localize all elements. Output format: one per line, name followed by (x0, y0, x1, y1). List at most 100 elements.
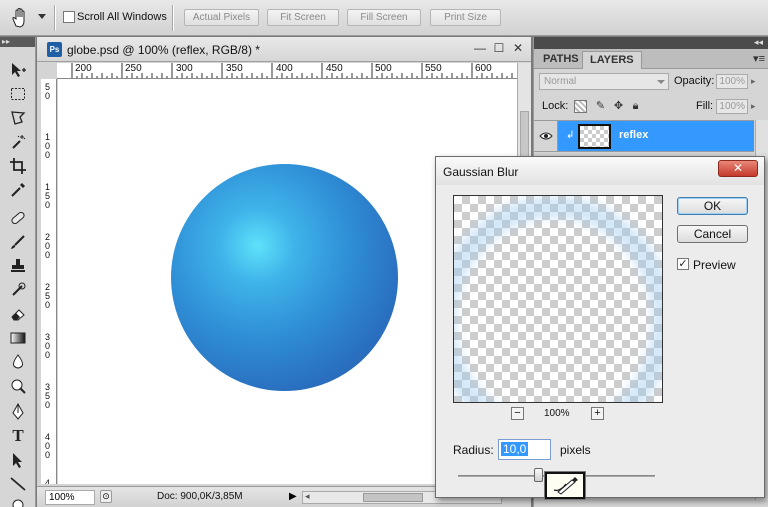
healing-brush-tool-icon[interactable] (6, 207, 30, 229)
eraser-tool-icon[interactable] (6, 303, 30, 325)
marquee-tool-icon[interactable] (6, 83, 30, 105)
clipping-mask-icon: ↲ (566, 130, 575, 141)
dodge-tool-icon[interactable] (6, 375, 30, 397)
vertical-ruler: 50 100 150 200 250 300 350 400 450 (41, 79, 57, 484)
radius-units-label: pixels (560, 443, 591, 457)
magic-wand-tool-icon[interactable] (6, 131, 30, 153)
ruler-label: 400 (45, 432, 51, 460)
fill-label: Fill: (696, 100, 714, 112)
eye-icon[interactable] (534, 121, 558, 151)
zoom-field[interactable]: 100% (45, 490, 95, 505)
cancel-button[interactable]: Cancel (677, 225, 748, 243)
ruler-label: 350 (45, 382, 51, 410)
fill-screen-button[interactable]: Fill Screen (347, 9, 421, 26)
lock-label: Lock: (542, 100, 569, 112)
ruler-label: 300 (45, 332, 51, 360)
blurred-preview-image (454, 196, 662, 402)
separator (172, 5, 174, 31)
preview-label: Preview (693, 258, 736, 272)
print-size-button[interactable]: Print Size (430, 9, 501, 26)
close-document-button[interactable]: ✕ (511, 42, 525, 56)
collapse-panels-icon[interactable]: ◂◂ (754, 37, 763, 48)
scrubby-cursor-icon (545, 472, 585, 499)
lock-all-icon[interactable]: 🔒︎ (629, 100, 642, 113)
options-bar: Scroll All Windows Actual Pixels Fit Scr… (0, 0, 768, 36)
clone-stamp-tool-icon[interactable] (6, 255, 30, 277)
preview-checkbox[interactable]: ✓ (677, 258, 689, 270)
ruler-label: 100 (45, 132, 51, 160)
lock-image-icon[interactable]: ✎ (594, 100, 607, 113)
scroll-thumb[interactable] (363, 493, 423, 502)
path-selection-tool-icon[interactable] (6, 449, 30, 471)
chevron-down-icon (657, 80, 665, 84)
dialog-title: Gaussian Blur (443, 165, 519, 179)
fill-field[interactable]: 100% (716, 99, 748, 114)
ok-button[interactable]: OK (677, 197, 748, 215)
preview-zoom-level: 100% (544, 408, 570, 419)
opacity-label: Opacity: (674, 75, 715, 87)
horizontal-ruler: 200 250 300 350 400 450 500 550 600 (57, 63, 517, 79)
document-title-bar[interactable]: Ps globe.psd @ 100% (reflex, RGB/8) * — … (37, 37, 531, 62)
panel-menu-icon[interactable]: ▾≡ (753, 52, 765, 65)
gaussian-blur-dialog: Gaussian Blur ✕ − 100% + OK Cancel ✓ Pre… (435, 156, 765, 498)
ruler-label: 150 (45, 182, 51, 210)
fit-screen-button[interactable]: Fit Screen (267, 9, 339, 26)
eyedropper-tool-icon[interactable] (6, 179, 30, 201)
blue-globe-image (171, 164, 398, 391)
brush-tool-icon[interactable] (6, 231, 30, 253)
radius-value: 10,0 (501, 442, 529, 456)
crop-tool-icon[interactable] (6, 155, 30, 177)
lock-position-icon[interactable]: ✥ (612, 100, 625, 113)
blend-mode-value: Normal (544, 76, 577, 87)
history-brush-tool-icon[interactable] (6, 279, 30, 301)
minimize-button[interactable]: — (473, 42, 487, 56)
radius-slider-thumb[interactable] (534, 468, 543, 482)
dialog-title-bar[interactable]: Gaussian Blur ✕ (436, 157, 764, 185)
blur-tool-icon[interactable] (6, 351, 30, 373)
lock-transparency-icon[interactable] (574, 100, 587, 113)
ruler-label: 450 (45, 478, 51, 485)
ruler-label: 200 (45, 232, 51, 260)
layer-row[interactable]: ↲ reflex (534, 120, 754, 152)
radius-input[interactable]: 10,0 (498, 439, 551, 460)
panel-tabs: PATHS LAYERS ▾≡ (534, 49, 768, 69)
layer-thumbnail (578, 124, 611, 149)
photoshop-icon: Ps (47, 42, 62, 57)
scroll-left-icon[interactable]: ◂ (305, 491, 310, 502)
type-tool-icon[interactable]: T (6, 425, 30, 447)
ruler-label: 250 (45, 282, 51, 310)
radius-label: Radius: (453, 443, 494, 457)
move-tool-icon[interactable] (6, 59, 30, 81)
tab-paths[interactable]: PATHS (536, 51, 586, 69)
maximize-button[interactable]: ☐ (492, 42, 506, 56)
gradient-tool-icon[interactable] (6, 327, 30, 349)
hand-tool-small-icon[interactable] (6, 493, 30, 507)
document-title: globe.psd @ 100% (reflex, RGB/8) * (67, 43, 260, 57)
zoom-out-button[interactable]: − (511, 407, 524, 420)
scroll-all-windows-checkbox[interactable] (63, 11, 75, 23)
line-tool-icon[interactable] (6, 473, 30, 495)
scroll-all-windows-label: Scroll All Windows (77, 11, 167, 23)
hand-tool-icon[interactable] (8, 6, 32, 30)
status-menu-icon[interactable]: ⊙ (100, 490, 112, 503)
actual-pixels-button[interactable]: Actual Pixels (184, 9, 259, 26)
filter-preview[interactable] (453, 195, 663, 403)
document-info: Doc: 900,0K/3,85M (157, 491, 243, 502)
opacity-slider-arrow-icon[interactable]: ▸ (751, 76, 756, 87)
dialog-close-button[interactable]: ✕ (718, 160, 758, 177)
pen-tool-icon[interactable] (6, 401, 30, 423)
tab-layers[interactable]: LAYERS (582, 51, 642, 69)
layer-name: reflex (619, 129, 649, 141)
ruler-ticks (71, 63, 513, 78)
blend-mode-select[interactable]: Normal (539, 73, 669, 90)
zoom-in-button[interactable]: + (591, 407, 604, 420)
panel-top-bar: ◂◂ (534, 37, 768, 49)
toolbox-header: ▸▸ (0, 37, 35, 47)
toolbox: ▸▸ T (0, 37, 36, 507)
fill-slider-arrow-icon[interactable]: ▸ (751, 101, 756, 112)
opacity-field[interactable]: 100% (716, 74, 748, 89)
status-arrow-icon[interactable]: ▶ (289, 491, 297, 502)
lasso-tool-icon[interactable] (6, 107, 30, 129)
separator (54, 5, 56, 31)
tool-preset-dropdown-icon[interactable] (38, 14, 46, 19)
